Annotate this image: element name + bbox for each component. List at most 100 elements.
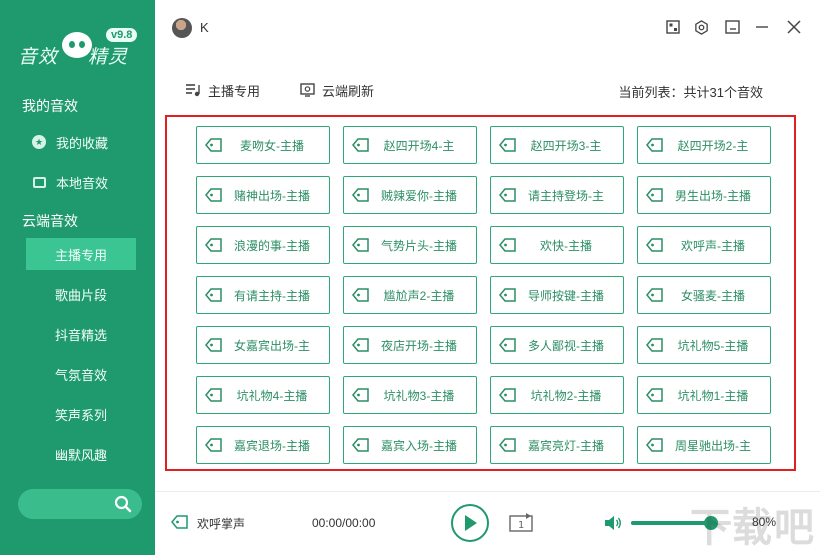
tag-icon — [352, 338, 369, 352]
volume-value: 80% — [752, 515, 777, 529]
tag-icon — [352, 238, 369, 252]
sound-button[interactable]: 赵四开场4-主 — [343, 126, 477, 164]
play-button[interactable] — [451, 504, 489, 542]
sound-button[interactable]: 欢呼声-主播 — [637, 226, 771, 264]
tag-icon — [499, 338, 516, 352]
tag-icon — [646, 288, 663, 302]
play-time: 00:00/00:00 — [312, 516, 376, 530]
version-badge: v9.8 — [106, 28, 138, 42]
sound-button[interactable]: 坑礼物3-主播 — [343, 376, 477, 414]
sound-button[interactable]: 嘉宾亮灯-主播 — [490, 426, 624, 464]
search-icon[interactable] — [114, 495, 132, 513]
tag-icon — [205, 438, 222, 452]
my-sounds-title: 我的音效 — [22, 98, 78, 114]
tag-icon — [352, 388, 369, 402]
sound-button[interactable]: 欢快-主播 — [490, 226, 624, 264]
sound-button[interactable]: 坑礼物4-主播 — [196, 376, 330, 414]
tag-icon — [646, 338, 663, 352]
tag-icon — [352, 188, 369, 202]
qr-icon[interactable] — [664, 18, 682, 36]
play-icon — [465, 515, 477, 531]
sound-button[interactable]: 多人鄙视-主播 — [490, 326, 624, 364]
star-icon: ★ — [32, 135, 46, 149]
tag-icon — [646, 138, 663, 152]
anchor-only-button[interactable]: 主播专用 — [185, 80, 260, 100]
tag-icon — [352, 138, 369, 152]
tag-icon — [205, 238, 222, 252]
now-playing-title: 欢呼掌声 — [197, 517, 246, 531]
sidebar-item-douyin[interactable]: 抖音精选 — [26, 318, 136, 350]
svg-text:1: 1 — [518, 520, 524, 531]
sound-button[interactable]: 赵四开场2-主 — [637, 126, 771, 164]
tag-icon — [499, 138, 516, 152]
sound-button[interactable]: 有请主持-主播 — [196, 276, 330, 314]
sound-button[interactable]: 赌神出场-主播 — [196, 176, 330, 214]
anchor-only-label: 主播专用 — [208, 83, 261, 99]
sound-button[interactable]: 坑礼物2-主播 — [490, 376, 624, 414]
close-icon[interactable] — [785, 18, 803, 36]
sidebar-item-favorites[interactable]: ★ 我的收藏 — [26, 126, 136, 158]
sound-button[interactable]: 导师按键-主播 — [490, 276, 624, 314]
sound-button[interactable]: 浪漫的事-主播 — [196, 226, 330, 264]
sound-button[interactable]: 女骚麦-主播 — [637, 276, 771, 314]
sound-button[interactable]: 请主持登场-主 — [490, 176, 624, 214]
cloud-refresh-button[interactable]: 云端刷新 — [300, 80, 374, 100]
volume-slider[interactable] — [631, 516, 731, 530]
sidebar-item-humor[interactable]: 幽默风趣 — [26, 438, 136, 470]
tag-icon — [352, 438, 369, 452]
sound-button[interactable]: 男生出场-主播 — [637, 176, 771, 214]
refresh-icon — [300, 83, 315, 97]
tag-icon — [205, 288, 222, 302]
tag-icon — [205, 188, 222, 202]
tag-icon — [499, 438, 516, 452]
sound-button[interactable]: 麦吻女-主播 — [196, 126, 330, 164]
sound-button[interactable]: 女嘉宾出场-主 — [196, 326, 330, 364]
sidebar-item-atmosphere[interactable]: 气氛音效 — [26, 358, 136, 390]
sound-button[interactable]: 赵四开场3-主 — [490, 126, 624, 164]
tag-icon — [646, 188, 663, 202]
sound-button[interactable]: 坑礼物5-主播 — [637, 326, 771, 364]
minimize-icon[interactable] — [753, 18, 771, 36]
sidebar-item-anchor[interactable]: 主播专用 — [26, 238, 136, 270]
app-logo: 音效 精灵 v9.8 — [18, 28, 148, 68]
sound-button[interactable]: 尴尬声2-主播 — [343, 276, 477, 314]
tag-icon — [205, 338, 222, 352]
sidebar-item-song-clips[interactable]: 歌曲片段 — [26, 278, 136, 310]
sound-button[interactable]: 气势片头-主播 — [343, 226, 477, 264]
playlist-icon — [186, 84, 200, 97]
settings-icon[interactable] — [692, 18, 710, 36]
title-bar: K — [155, 0, 820, 56]
volume-handle[interactable] — [704, 516, 718, 530]
disk-icon — [32, 175, 46, 189]
search-input[interactable] — [18, 489, 142, 519]
tag-icon — [499, 388, 516, 402]
repeat-one-icon[interactable]: 1 — [508, 512, 534, 534]
tag-icon — [205, 138, 222, 152]
tag-icon — [171, 515, 188, 529]
cloud-refresh-label: 云端刷新 — [322, 83, 375, 99]
tag-icon — [499, 288, 516, 302]
list-summary: 当前列表：共计31个音效 — [618, 85, 763, 100]
tag-icon — [352, 288, 369, 302]
sidebar-item-local[interactable]: 本地音效 — [26, 166, 136, 198]
sound-button[interactable]: 坑礼物1-主播 — [637, 376, 771, 414]
player-bar: 欢呼掌声 00:00/00:00 1 80% — [155, 491, 820, 555]
sound-button[interactable]: 周星驰出场-主 — [637, 426, 771, 464]
tag-icon — [499, 238, 516, 252]
tag-icon — [646, 388, 663, 402]
username[interactable]: K — [200, 20, 209, 35]
tag-icon — [646, 238, 663, 252]
tag-icon — [499, 188, 516, 202]
sidebar-item-laughter[interactable]: 笑声系列 — [26, 398, 136, 430]
mini-mode-icon[interactable] — [723, 18, 741, 36]
sidebar-item-label: 我的收藏 — [56, 135, 109, 151]
sound-button[interactable]: 嘉宾入场-主播 — [343, 426, 477, 464]
volume-icon[interactable] — [604, 515, 622, 531]
logo-face-icon — [62, 32, 92, 58]
sidebar-item-label: 本地音效 — [56, 175, 109, 191]
sound-grid: 麦吻女-主播 赵四开场4-主 赵四开场3-主 赵四开场2-主赌神出场-主播 贼辣爱你-主… — [165, 115, 796, 471]
sound-button[interactable]: 嘉宾退场-主播 — [196, 426, 330, 464]
sound-button[interactable]: 贼辣爱你-主播 — [343, 176, 477, 214]
avatar[interactable] — [172, 18, 192, 38]
sound-button[interactable]: 夜店开场-主播 — [343, 326, 477, 364]
